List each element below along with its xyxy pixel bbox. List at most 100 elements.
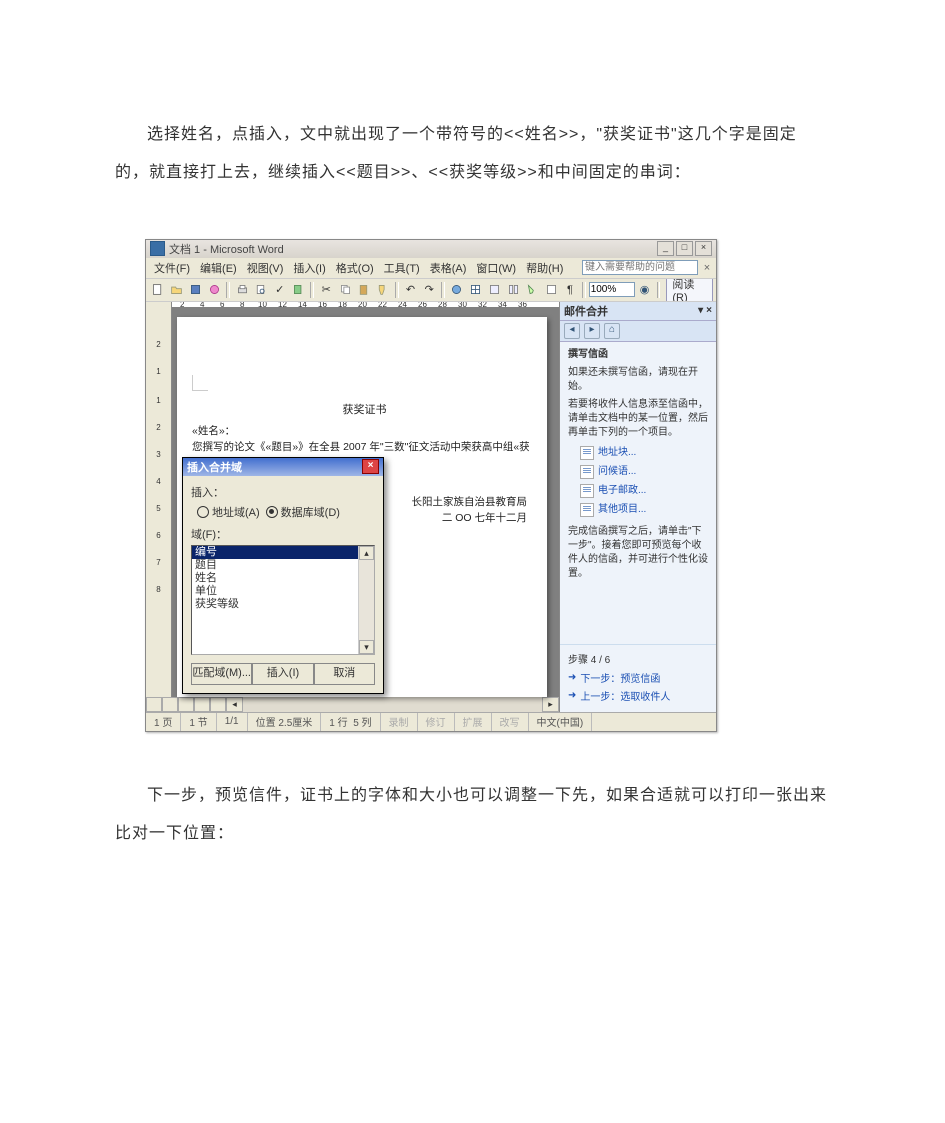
cut-icon[interactable]: ✂ <box>317 280 335 299</box>
menu-table[interactable]: 表格(A) <box>425 258 472 278</box>
read-mode-button[interactable]: 阅读(R) <box>666 279 713 302</box>
insert-label: 插入： <box>191 484 375 500</box>
link-more-items[interactable]: 其他项目... <box>598 503 646 517</box>
new-doc-icon[interactable] <box>149 280 167 299</box>
menu-help[interactable]: 帮助(H) <box>521 258 568 278</box>
tables-icon[interactable] <box>467 280 485 299</box>
menubar-close-icon[interactable]: × <box>701 262 713 274</box>
status-page-of: 1/1 <box>217 713 248 731</box>
status-rec: 录制 <box>381 713 418 731</box>
undo-icon[interactable]: ↶ <box>402 280 420 299</box>
redo-icon[interactable]: ↷ <box>420 280 438 299</box>
dialog-title: 插入合并域 <box>187 459 242 475</box>
status-ext: 扩展 <box>455 713 492 731</box>
cert-title: 获奖证书 <box>192 402 537 419</box>
close-button[interactable]: × <box>695 241 712 256</box>
match-fields-button[interactable]: 匹配域(M)... <box>191 663 252 685</box>
status-page: 1 页 <box>146 713 181 731</box>
horizontal-scrollbar[interactable]: ◂▸ <box>146 697 559 712</box>
radio-address-fields[interactable]: 地址域(A) <box>197 504 260 520</box>
copy-icon[interactable] <box>336 280 354 299</box>
list-item[interactable]: 获奖等级 <box>192 598 374 611</box>
hyperlink-icon[interactable] <box>448 280 466 299</box>
view-read-icon[interactable] <box>210 697 226 712</box>
help-icon[interactable]: ◉ <box>636 280 654 299</box>
list-item[interactable]: 单位 <box>192 585 374 598</box>
link-address-block[interactable]: 地址块... <box>598 446 636 460</box>
listbox-scrollbar[interactable]: ▴▾ <box>358 546 374 654</box>
status-ovr: 改写 <box>492 713 529 731</box>
view-print-icon[interactable] <box>178 697 194 712</box>
window-title: 文档 1 - Microsoft Word <box>169 241 657 257</box>
menu-file[interactable]: 文件(F) <box>149 258 195 278</box>
menu-view[interactable]: 视图(V) <box>242 258 289 278</box>
next-step-link[interactable]: 下一步：预览信函 <box>580 670 660 685</box>
link-electronic-postage[interactable]: 电子邮政... <box>598 484 646 498</box>
mail-merge-task-pane: 邮件合并 ▾× ◂ ▸ ⌂ 撰写信函 如果还未撰写信函，请现在开始。 若要将收件… <box>559 302 716 712</box>
preview-icon[interactable] <box>252 280 270 299</box>
dialog-close-button[interactable]: × <box>362 459 379 474</box>
open-icon[interactable] <box>168 280 186 299</box>
menu-insert[interactable]: 插入(I) <box>288 258 330 278</box>
vertical-ruler[interactable]: 2112345678 <box>146 307 172 697</box>
status-bar: 1 页 1 节 1/1 位置 2.5厘米 1 行 5 列 录制 修订 扩展 改写… <box>146 712 716 731</box>
instruction-paragraph-2: 下一步，预览信件，证书上的字体和大小也可以调整一下先，如果合适就可以打印一张出来… <box>115 777 830 854</box>
radio-database-fields[interactable]: 数据库域(D) <box>266 504 340 520</box>
list-item[interactable]: 姓名 <box>192 572 374 585</box>
taskpane-dropdown-icon[interactable]: ▾ <box>698 305 703 316</box>
menu-window[interactable]: 窗口(W) <box>471 258 521 278</box>
status-language: 中文(中国) <box>529 713 593 731</box>
menubar: 文件(F) 编辑(E) 视图(V) 插入(I) 格式(O) 工具(T) 表格(A… <box>146 258 716 279</box>
instruction-paragraph-1: 选择姓名，点插入，文中就出现了一个带符号的<<姓名>>，"获奖证书"这几个字是固… <box>115 116 830 193</box>
link-greeting-line[interactable]: 问候语... <box>598 465 636 479</box>
taskpane-close-icon[interactable]: × <box>706 305 712 316</box>
cert-name-line: «姓名»： <box>192 424 537 440</box>
cancel-button[interactable]: 取消 <box>314 663 375 685</box>
columns-icon[interactable] <box>505 280 523 299</box>
titlebar: 文档 1 - Microsoft Word _ □ × <box>146 240 716 258</box>
menu-tools[interactable]: 工具(T) <box>379 258 425 278</box>
menu-format[interactable]: 格式(O) <box>331 258 379 278</box>
zoom-input[interactable] <box>589 282 635 297</box>
status-position: 位置 2.5厘米 <box>248 713 322 731</box>
permissions-icon[interactable] <box>205 280 223 299</box>
insert-button[interactable]: 插入(I) <box>252 663 313 685</box>
drawing-icon[interactable] <box>523 280 541 299</box>
taskpane-done-tip: 完成信函撰写之后，请单击"下一步"。接着您即可预览每个收件人的信函，并可进行个性… <box>568 525 708 581</box>
docmap-icon[interactable] <box>542 280 560 299</box>
format-painter-icon[interactable] <box>374 280 392 299</box>
maximize-button[interactable]: □ <box>676 241 693 256</box>
standard-toolbar: ✓ ✂ ↶ ↷ ¶ ◉ 阅读(R) <box>146 279 716 302</box>
show-marks-icon[interactable]: ¶ <box>561 280 579 299</box>
list-item[interactable]: 编号 <box>192 546 374 559</box>
print-icon[interactable] <box>233 280 251 299</box>
status-line: 1 行 <box>329 714 347 729</box>
word-window: 文档 1 - Microsoft Word _ □ × 文件(F) 编辑(E) … <box>145 239 717 732</box>
taskpane-tip1: 如果还未撰写信函，请现在开始。 <box>568 366 708 394</box>
prev-step-link[interactable]: 上一步：选取收件人 <box>580 688 670 703</box>
view-normal-icon[interactable] <box>146 697 162 712</box>
paste-icon[interactable] <box>355 280 373 299</box>
insert-table-icon[interactable] <box>486 280 504 299</box>
taskpane-tip2: 若要将收件人信息添至信函中，请单击文档中的某一位置，然后再单击下列的一个项目。 <box>568 398 708 440</box>
taskpane-forward-icon[interactable]: ▸ <box>584 323 600 339</box>
step-indicator: 步骤 4 / 6 <box>568 651 708 666</box>
help-search-input[interactable] <box>582 260 698 275</box>
spell-icon[interactable]: ✓ <box>271 280 289 299</box>
research-icon[interactable] <box>290 280 308 299</box>
insert-merge-field-dialog: 插入合并域 × 插入： 地址域(A) 数据库域(D) 域(F)： <box>182 457 384 694</box>
page-icon <box>580 484 594 498</box>
list-item[interactable]: 题目 <box>192 559 374 572</box>
page-icon <box>580 465 594 479</box>
taskpane-back-icon[interactable]: ◂ <box>564 323 580 339</box>
menu-edit[interactable]: 编辑(E) <box>195 258 242 278</box>
status-section: 1 节 <box>181 713 216 731</box>
fields-listbox[interactable]: 编号 题目 姓名 单位 获奖等级 ▴▾ <box>191 545 375 655</box>
taskpane-home-icon[interactable]: ⌂ <box>604 323 620 339</box>
taskpane-heading: 撰写信函 <box>568 348 708 362</box>
status-rev: 修订 <box>418 713 455 731</box>
view-web-icon[interactable] <box>162 697 178 712</box>
minimize-button[interactable]: _ <box>657 241 674 256</box>
view-outline-icon[interactable] <box>194 697 210 712</box>
save-icon[interactable] <box>187 280 205 299</box>
